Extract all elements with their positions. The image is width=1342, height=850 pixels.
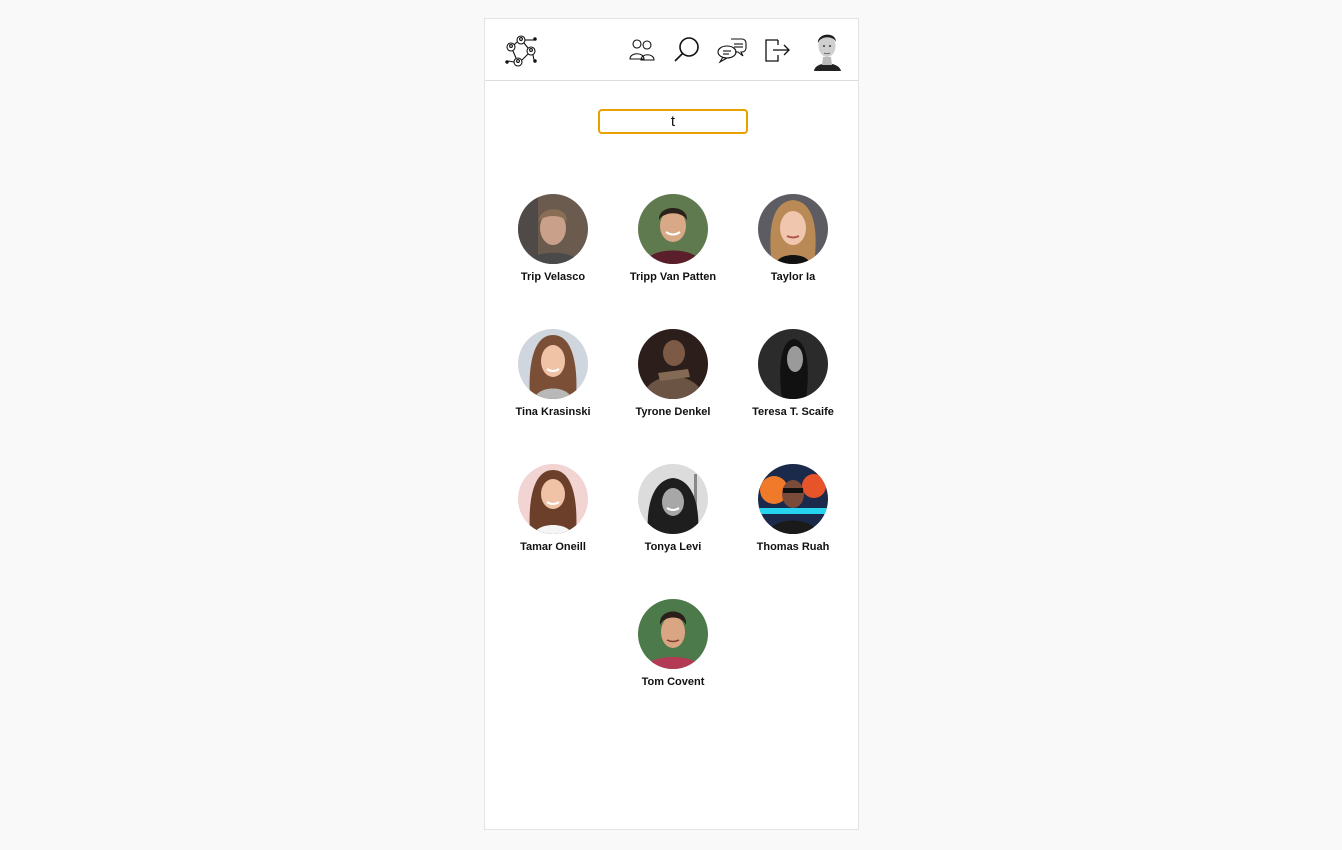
person-photo bbox=[638, 464, 708, 534]
person-photo bbox=[638, 599, 708, 669]
person-photo bbox=[518, 464, 588, 534]
app-window: Trip Velasco Tripp Van Patten bbox=[484, 18, 859, 830]
person-photo bbox=[518, 329, 588, 399]
person-name: Taylor Ia bbox=[770, 271, 816, 283]
person-name: Tom Covent bbox=[641, 676, 705, 688]
person-photo bbox=[518, 194, 588, 264]
person-name: Tina Krasinski bbox=[515, 406, 591, 418]
person-card[interactable]: Tina Krasinski bbox=[493, 329, 613, 439]
person-name: Tyrone Denkel bbox=[635, 406, 711, 418]
person-photo bbox=[758, 194, 828, 264]
person-name: Trip Velasco bbox=[520, 271, 586, 283]
person-photo bbox=[758, 464, 828, 534]
logout-icon[interactable] bbox=[762, 35, 792, 65]
person-card[interactable]: Tyrone Denkel bbox=[613, 329, 733, 439]
person-name: Tamar Oneill bbox=[520, 541, 586, 553]
chat-icon[interactable] bbox=[717, 35, 747, 65]
search-input[interactable] bbox=[598, 109, 748, 134]
friends-icon[interactable] bbox=[627, 35, 657, 65]
top-navigation-bar bbox=[485, 19, 858, 81]
person-card[interactable]: Thomas Ruah bbox=[733, 464, 853, 574]
person-name: Tonya Levi bbox=[644, 541, 702, 553]
person-card[interactable]: Teresa T. Scaife bbox=[733, 329, 853, 439]
person-photo bbox=[758, 329, 828, 399]
person-name: Tripp Van Patten bbox=[629, 271, 717, 283]
person-name: Teresa T. Scaife bbox=[752, 406, 834, 418]
user-avatar[interactable] bbox=[809, 27, 845, 71]
person-card[interactable]: Tamar Oneill bbox=[493, 464, 613, 574]
person-card[interactable]: Tripp Van Patten bbox=[613, 194, 733, 304]
people-network-icon[interactable] bbox=[504, 34, 538, 68]
person-card[interactable]: Tom Covent bbox=[613, 599, 733, 709]
person-name: Thomas Ruah bbox=[756, 541, 830, 553]
person-card[interactable]: Taylor Ia bbox=[733, 194, 853, 304]
person-photo bbox=[638, 329, 708, 399]
person-photo bbox=[638, 194, 708, 264]
person-card[interactable]: Trip Velasco bbox=[493, 194, 613, 304]
search-icon[interactable] bbox=[672, 35, 702, 65]
person-card[interactable]: Tonya Levi bbox=[613, 464, 733, 574]
